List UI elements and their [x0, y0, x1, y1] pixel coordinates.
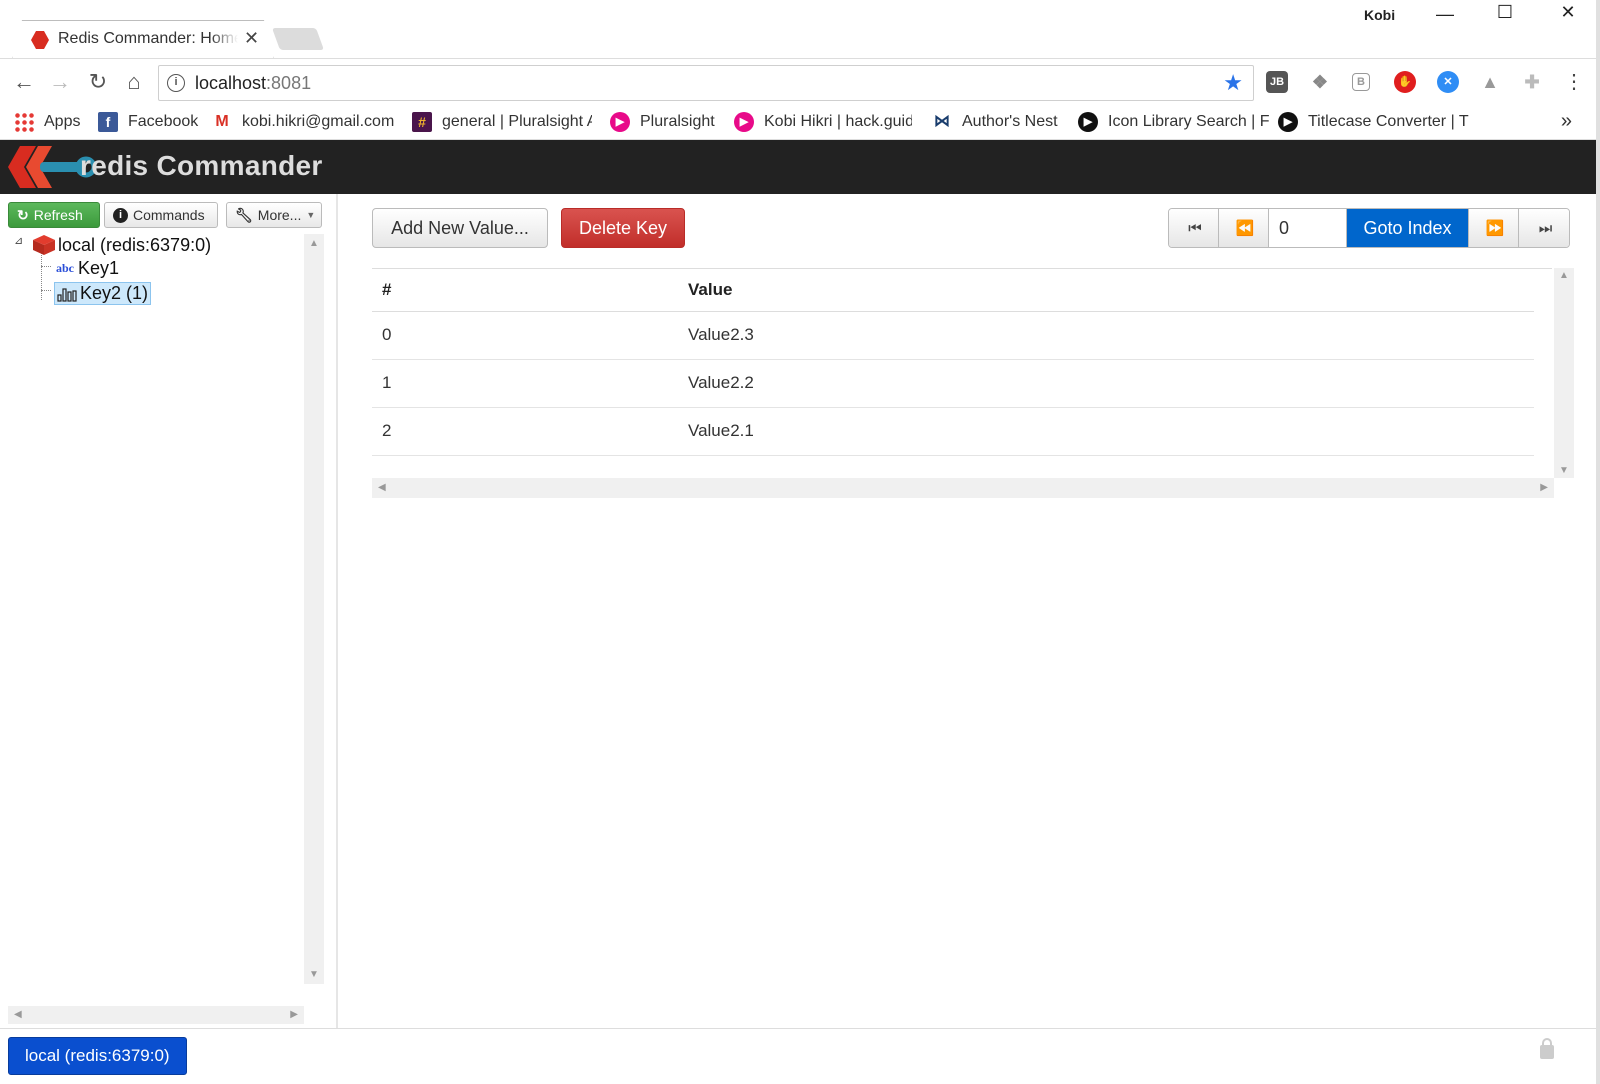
main-panel: Add New Value... Delete Key ⏮ ⏪ Goto Ind… — [340, 194, 1600, 1028]
drive-extension-icon[interactable]: ▲ — [1479, 71, 1501, 93]
bookmark-authors-nest[interactable]: ⋈ Author's Nest — [932, 112, 1058, 132]
bookmark-icon-library[interactable]: ▶ Icon Library Search | F — [1078, 112, 1276, 132]
key-tree: ⊿ local (redis:6379:0) abc Key1 Key2 (1) — [10, 234, 296, 1004]
caret-down-icon: ▼ — [306, 210, 316, 220]
values-table: # Value 0 Value2.3 1 Value2.2 2 Value2.1 — [372, 269, 1534, 456]
play-circle-icon: ▶ — [1278, 112, 1298, 132]
goto-index-button[interactable]: Goto Index — [1347, 209, 1469, 247]
delete-key-button[interactable]: Delete Key — [561, 208, 685, 248]
row-index: 0 — [372, 311, 678, 360]
home-icon[interactable]: ⌂ — [120, 69, 148, 95]
apps-grid-icon — [14, 112, 34, 132]
row-value[interactable]: Value2.1 — [678, 407, 1534, 456]
gmail-icon: M — [212, 112, 232, 132]
browser-user-name[interactable]: Kobi — [1364, 7, 1395, 23]
column-header-index: # — [372, 269, 678, 312]
back-icon[interactable]: ← — [10, 69, 38, 95]
app-title[interactable]: redis Commander — [80, 150, 323, 182]
jb-extension-icon[interactable]: JB — [1266, 71, 1288, 93]
values-table-container: # Value 0 Value2.3 1 Value2.2 2 Value2.1 — [372, 268, 1552, 500]
minimize-icon[interactable]: — — [1430, 4, 1460, 25]
browser-toolbar: ← → ↻ ⌂ i localhost:8081 ★ JB ❖ B ✋ ✕ ▲ … — [0, 58, 1600, 106]
redis-favicon-icon — [31, 31, 49, 49]
row-value[interactable]: Value2.3 — [678, 311, 1534, 360]
dropbox-extension-icon[interactable]: ❖ — [1309, 71, 1331, 93]
table-row[interactable]: 2 Value2.1 — [372, 407, 1534, 456]
index-input[interactable] — [1269, 209, 1347, 247]
browser-titlebar: Redis Commander: Home ✕ Kobi — ☐ ✕ — [0, 0, 1600, 60]
bookmark-titlecase[interactable]: ▶ Titlecase Converter | T — [1278, 112, 1486, 132]
lock-icon[interactable] — [1540, 1038, 1554, 1059]
adblock-extension-icon[interactable]: ✋ — [1394, 71, 1416, 93]
row-index: 1 — [372, 359, 678, 408]
last-page-icon[interactable]: ⏭ — [1519, 209, 1569, 247]
tree-key-node-selected[interactable]: Key2 (1) — [54, 282, 152, 305]
commands-button[interactable]: i Commands — [104, 202, 218, 228]
row-index: 2 — [372, 407, 678, 456]
slack-icon: # — [412, 112, 432, 132]
tab-close-icon[interactable]: ✕ — [244, 28, 259, 49]
window-edge — [1596, 0, 1600, 1084]
tree-key-node[interactable]: abc Key1 — [56, 258, 119, 279]
close-window-icon[interactable]: ✕ — [1553, 2, 1583, 23]
table-row[interactable]: 0 Value2.3 — [372, 311, 1534, 360]
redis-server-icon — [33, 235, 55, 255]
table-vertical-scrollbar[interactable]: ▲ ▼ — [1554, 268, 1574, 478]
more-bookmarks-icon[interactable]: » — [1561, 110, 1572, 133]
play-circle-icon: ▶ — [1078, 112, 1098, 132]
tab-title: Redis Commander: Home — [58, 30, 238, 47]
bookmarks-bar: Apps f Facebook M kobi.hikri@gmail.com #… — [0, 106, 1600, 140]
status-bar: local (redis:6379:0) — [0, 1028, 1600, 1084]
next-page-icon[interactable]: ⏩ — [1469, 209, 1519, 247]
column-header-value: Value — [678, 269, 1534, 312]
b-extension-icon[interactable]: B — [1352, 73, 1370, 91]
address-bar[interactable]: i localhost:8081 ★ — [158, 65, 1254, 101]
authors-nest-icon: ⋈ — [932, 112, 952, 132]
forward-icon[interactable]: → — [46, 69, 74, 95]
first-page-icon[interactable]: ⏮ — [1169, 209, 1219, 247]
app-header: redis Commander — [0, 140, 1600, 194]
bookmark-facebook[interactable]: f Facebook — [98, 112, 198, 132]
bookmark-slack[interactable]: # general | Pluralsight A — [412, 112, 592, 132]
pagination: ⏮ ⏪ Goto Index ⏩ ⏭ — [1168, 208, 1570, 248]
site-info-icon[interactable]: i — [167, 74, 185, 92]
bookmark-gmail[interactable]: M kobi.hikri@gmail.com — [212, 112, 394, 132]
table-row[interactable]: 1 Value2.2 — [372, 359, 1534, 408]
list-type-icon — [57, 287, 77, 302]
row-value[interactable]: Value2.2 — [678, 359, 1534, 408]
url-text: localhost:8081 — [195, 73, 312, 93]
bookmark-apps[interactable]: Apps — [14, 112, 80, 132]
table-horizontal-scrollbar[interactable]: ◀ ▶ — [372, 478, 1554, 498]
pluralsight-icon: ▶ — [610, 112, 630, 132]
wrench-icon: 🔧︎ — [235, 206, 253, 223]
prev-page-icon[interactable]: ⏪ — [1219, 209, 1269, 247]
tree-vertical-scrollbar[interactable]: ▲ ▼ — [304, 234, 324, 984]
browser-menu-icon[interactable]: ⋮ — [1560, 69, 1588, 94]
bookmark-hack-guide[interactable]: ▶ Kobi Hikri | hack.guid — [734, 112, 912, 132]
connection-badge[interactable]: local (redis:6379:0) — [8, 1037, 187, 1075]
refresh-icon: ↻ — [17, 206, 29, 223]
sidebar: ↻ Refresh i Commands 🔧︎ More... ▼ ⊿ loca… — [0, 194, 338, 1028]
tree-collapse-icon[interactable]: ⊿ — [14, 234, 23, 247]
tree-server-node[interactable]: local (redis:6379:0) — [32, 234, 211, 256]
table-header-row: # Value — [372, 269, 1534, 312]
info-icon: i — [113, 207, 128, 223]
refresh-button[interactable]: ↻ Refresh — [8, 202, 100, 228]
bookmark-pluralsight[interactable]: ▶ Pluralsight — [610, 112, 715, 132]
facebook-icon: f — [98, 112, 118, 132]
string-type-icon: abc — [56, 261, 74, 275]
new-tab-button[interactable] — [271, 28, 325, 50]
puzzle-extension-icon[interactable]: ✚ — [1521, 71, 1543, 93]
bookmark-star-icon[interactable]: ★ — [1223, 70, 1243, 96]
tree-horizontal-scrollbar[interactable]: ◀ ▶ — [8, 1006, 304, 1024]
add-new-value-button[interactable]: Add New Value... — [372, 208, 548, 248]
more-button[interactable]: 🔧︎ More... ▼ — [226, 202, 322, 228]
reload-icon[interactable]: ↻ — [84, 69, 112, 95]
maximize-icon[interactable]: ☐ — [1490, 2, 1520, 23]
pluralsight-icon: ▶ — [734, 112, 754, 132]
messenger-extension-icon[interactable]: ✕ — [1437, 71, 1459, 93]
